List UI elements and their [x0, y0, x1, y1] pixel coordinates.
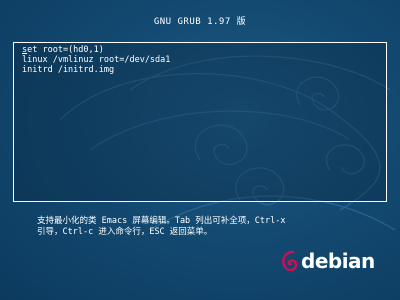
debian-swirl-icon — [282, 250, 298, 272]
help-line-1: 支持最小化的类 Emacs 屏幕编辑。Tab 列出可补全项，Ctrl-x — [37, 216, 286, 226]
help-text: 支持最小化的类 Emacs 屏幕编辑。Tab 列出可补全项，Ctrl-x 引导，… — [37, 216, 377, 238]
editor-line-3[interactable]: initrd /initrd.img — [22, 65, 386, 75]
editor-line-1-rest: et root=(hd0,1) — [27, 45, 104, 55]
help-line-2: 引导，Ctrl-c 进入命令行，ESC 返回菜单。 — [37, 227, 213, 237]
debian-logo: debian — [280, 248, 375, 274]
boot-entry-editor[interactable]: set root=(hd0,1) linux /vmlinuz root=/de… — [13, 42, 387, 202]
grub-title: GNU GRUB 1.97 版 — [153, 17, 247, 27]
debian-wordmark: debian — [301, 249, 375, 273]
editor-line-2[interactable]: linux /vmlinuz root=/dev/sda1 — [22, 55, 386, 65]
editor-line-1[interactable]: set root=(hd0,1) — [22, 45, 386, 55]
